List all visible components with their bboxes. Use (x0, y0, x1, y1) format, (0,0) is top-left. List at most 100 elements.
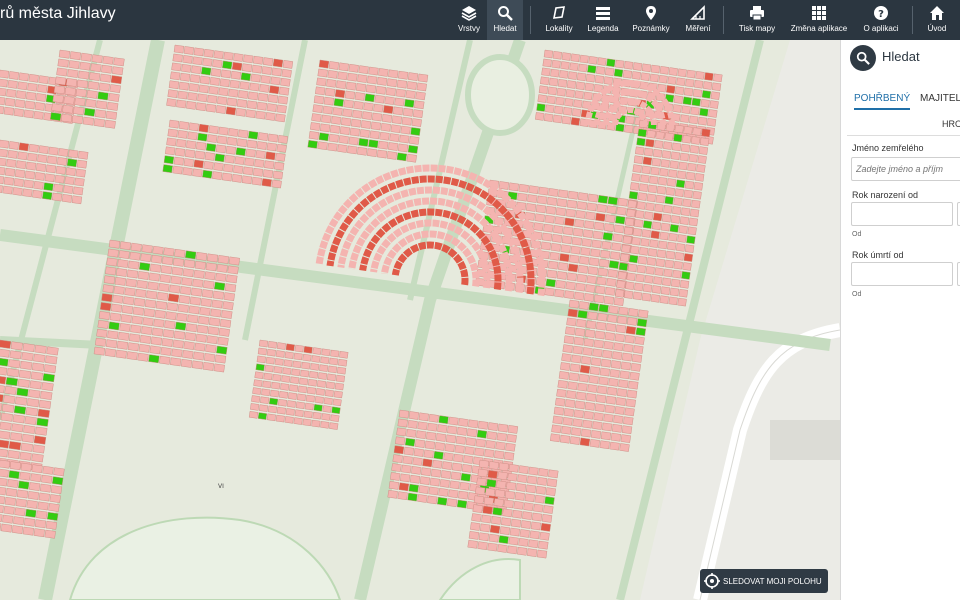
grave-plot[interactable] (328, 133, 339, 143)
grave-plot[interactable] (601, 241, 612, 250)
grave-plot[interactable] (682, 198, 692, 208)
grave-plot[interactable] (390, 472, 401, 481)
grave-plot[interactable] (248, 130, 259, 140)
grave-plot[interactable] (395, 88, 406, 98)
grave-plot[interactable] (607, 386, 618, 396)
grave-plot[interactable] (197, 93, 208, 103)
grave-plot[interactable] (699, 107, 709, 117)
grave-plot[interactable] (507, 425, 519, 434)
grave-plot[interactable] (593, 294, 605, 304)
grave-plot[interactable] (0, 468, 9, 478)
grave-plot[interactable] (261, 178, 272, 187)
grave-plot[interactable] (167, 89, 178, 98)
grave-plot[interactable] (58, 148, 69, 157)
grave-plot[interactable] (160, 265, 173, 275)
grave-plot[interactable] (590, 357, 602, 367)
grave-plot[interactable] (310, 122, 321, 131)
grave-plot[interactable] (545, 278, 556, 288)
grave-plot[interactable] (666, 85, 676, 94)
grave-plot[interactable] (388, 481, 400, 490)
grave-plot[interactable] (354, 92, 365, 101)
grave-plot[interactable] (618, 379, 629, 389)
grave-plot[interactable] (238, 90, 249, 99)
grave-plot[interactable] (205, 262, 217, 272)
grave-plot[interactable] (160, 346, 172, 356)
grave-plot[interactable] (557, 379, 568, 389)
grave-plot[interactable] (628, 191, 639, 200)
grave-plot[interactable] (597, 267, 608, 277)
grave-plot[interactable] (110, 303, 123, 313)
grave-plot[interactable] (83, 107, 96, 117)
grave-plot[interactable] (475, 486, 486, 496)
grave-plot[interactable] (141, 244, 153, 254)
grave-plot[interactable] (617, 315, 628, 325)
grave-plot[interactable] (78, 150, 89, 160)
grave-plot[interactable] (227, 265, 239, 275)
grave-plot[interactable] (564, 98, 574, 107)
grave-plot[interactable] (166, 302, 178, 312)
grave-plot[interactable] (8, 441, 22, 451)
grave-plot[interactable] (542, 58, 552, 68)
grave-plot[interactable] (438, 415, 449, 424)
grave-plot[interactable] (568, 299, 580, 309)
grave-plot[interactable] (378, 68, 389, 77)
grave-plot[interactable] (415, 91, 426, 101)
grave-plot[interactable] (504, 490, 516, 500)
grave-plot[interactable] (478, 532, 490, 542)
grave-plot[interactable] (336, 80, 347, 90)
grave-plot[interactable] (402, 455, 413, 465)
grave-plot[interactable] (42, 465, 54, 475)
grave-plot[interactable] (617, 271, 627, 280)
grave-plot[interactable] (698, 146, 709, 155)
grave-plot[interactable] (32, 189, 43, 199)
grave-plot[interactable] (447, 425, 458, 435)
grave-plot[interactable] (541, 67, 551, 77)
grave-plot[interactable] (303, 346, 313, 354)
grave-plot[interactable] (483, 496, 495, 506)
grave-plot[interactable] (571, 236, 582, 246)
grave-plot[interactable] (580, 428, 592, 438)
grave-plot[interactable] (4, 97, 16, 107)
grave-plot[interactable] (629, 371, 640, 381)
grave-plot[interactable] (534, 494, 545, 504)
grave-plot[interactable] (513, 500, 524, 510)
grave-plot[interactable] (407, 420, 418, 429)
grave-plot[interactable] (391, 115, 403, 125)
grave-plot[interactable] (567, 308, 578, 318)
grave-plot[interactable] (16, 160, 27, 170)
grave-plot[interactable] (428, 486, 439, 496)
grave-plot[interactable] (571, 354, 582, 364)
grave-plot[interactable] (577, 192, 589, 201)
grave-plot[interactable] (648, 248, 658, 257)
change-app-button[interactable]: Změna aplikace (785, 0, 853, 40)
grave-plot[interactable] (391, 463, 402, 472)
grave-plot[interactable] (106, 257, 118, 267)
grave-plot[interactable] (475, 438, 486, 448)
grave-plot[interactable] (193, 351, 205, 361)
grave-plot[interactable] (637, 128, 647, 138)
grave-plot[interactable] (164, 320, 176, 330)
grave-plot[interactable] (203, 160, 214, 170)
grave-plot[interactable] (177, 130, 188, 139)
grave-plot[interactable] (55, 76, 67, 86)
grave-plot[interactable] (219, 78, 230, 88)
grave-plot[interactable] (187, 92, 198, 101)
grave-plot[interactable] (7, 479, 19, 488)
grave-plot[interactable] (573, 409, 584, 419)
grave-plot[interactable] (20, 462, 32, 472)
grave-plot[interactable] (575, 282, 586, 292)
grave-plot[interactable] (207, 326, 220, 336)
grave-plot[interactable] (646, 257, 657, 266)
grave-plot[interactable] (12, 187, 23, 196)
grave-plot[interactable] (222, 60, 233, 70)
grave-plot[interactable] (2, 185, 13, 195)
grave-plot[interactable] (572, 345, 583, 355)
grave-plot[interactable] (353, 100, 364, 110)
grave-plot[interactable] (540, 76, 550, 86)
grave-plot[interactable] (187, 314, 199, 324)
grave-plot[interactable] (256, 101, 267, 111)
grave-plot[interactable] (568, 71, 578, 80)
grave-plot[interactable] (194, 260, 207, 270)
grave-plot[interactable] (221, 172, 233, 182)
grave-plot[interactable] (201, 289, 214, 298)
